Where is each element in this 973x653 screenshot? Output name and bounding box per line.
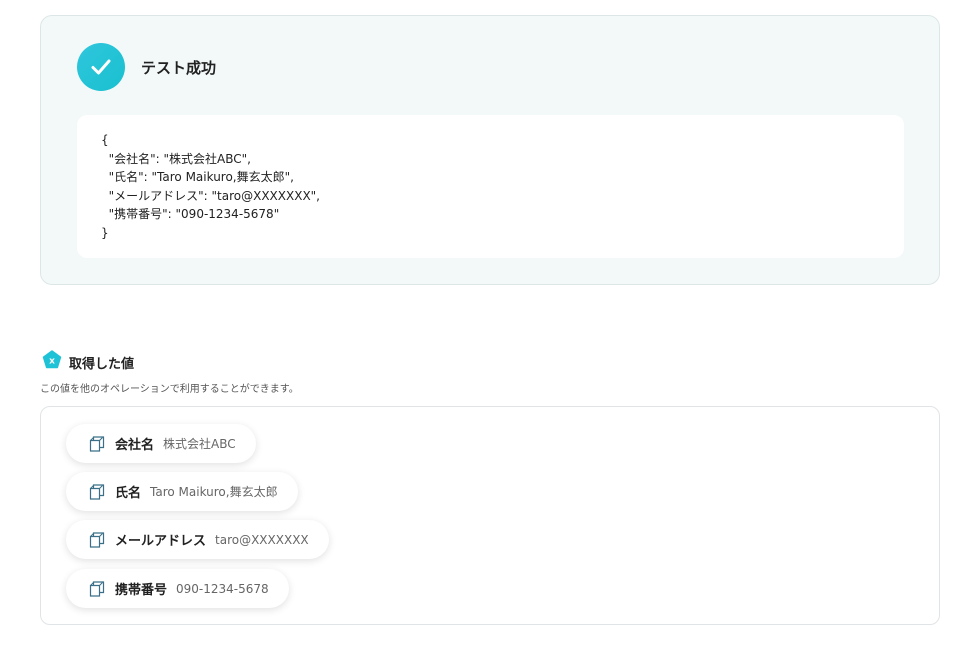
- value-label: 氏名: [115, 486, 142, 501]
- success-title: テスト成功: [141, 58, 217, 77]
- test-success-panel: テスト成功 { "会社名": "株式会社ABC", "氏名": "Taro Ma…: [40, 15, 940, 285]
- value-label: 携帯番号: [115, 583, 168, 598]
- copy-icon: [88, 435, 106, 453]
- copy-icon: [88, 483, 106, 501]
- value-chip-phone[interactable]: 携帯番号 090-1234-5678: [66, 569, 289, 608]
- retrieved-values-panel: 会社名 株式会社ABC 氏名 Taro Maikuro,舞玄太郎 メールアドレス…: [40, 406, 940, 625]
- value-text: 株式会社ABC: [163, 437, 236, 451]
- value-text: Taro Maikuro,舞玄太郎: [150, 485, 278, 499]
- value-label: メールアドレス: [115, 534, 207, 549]
- section-title: 取得した値: [69, 356, 135, 372]
- value-chip-name[interactable]: 氏名 Taro Maikuro,舞玄太郎: [66, 472, 298, 511]
- value-chip-email[interactable]: メールアドレス taro@XXXXXXX: [66, 520, 329, 559]
- success-header: テスト成功: [77, 43, 216, 91]
- json-output: { "会社名": "株式会社ABC", "氏名": "Taro Maikuro,…: [77, 115, 904, 258]
- svg-text:x: x: [49, 357, 55, 367]
- value-chip-company[interactable]: 会社名 株式会社ABC: [66, 424, 256, 463]
- value-text: 090-1234-5678: [176, 581, 269, 596]
- copy-icon: [88, 531, 106, 549]
- value-text: taro@XXXXXXX: [215, 532, 309, 547]
- check-icon: [77, 43, 125, 91]
- section-header: x 取得した値: [42, 350, 134, 374]
- copy-icon: [88, 580, 106, 598]
- value-label: 会社名: [115, 438, 155, 453]
- section-description: この値を他のオペレーションで利用することができます。: [40, 384, 299, 395]
- variable-x-icon: x: [42, 350, 62, 374]
- page: テスト成功 { "会社名": "株式会社ABC", "氏名": "Taro Ma…: [0, 0, 973, 653]
